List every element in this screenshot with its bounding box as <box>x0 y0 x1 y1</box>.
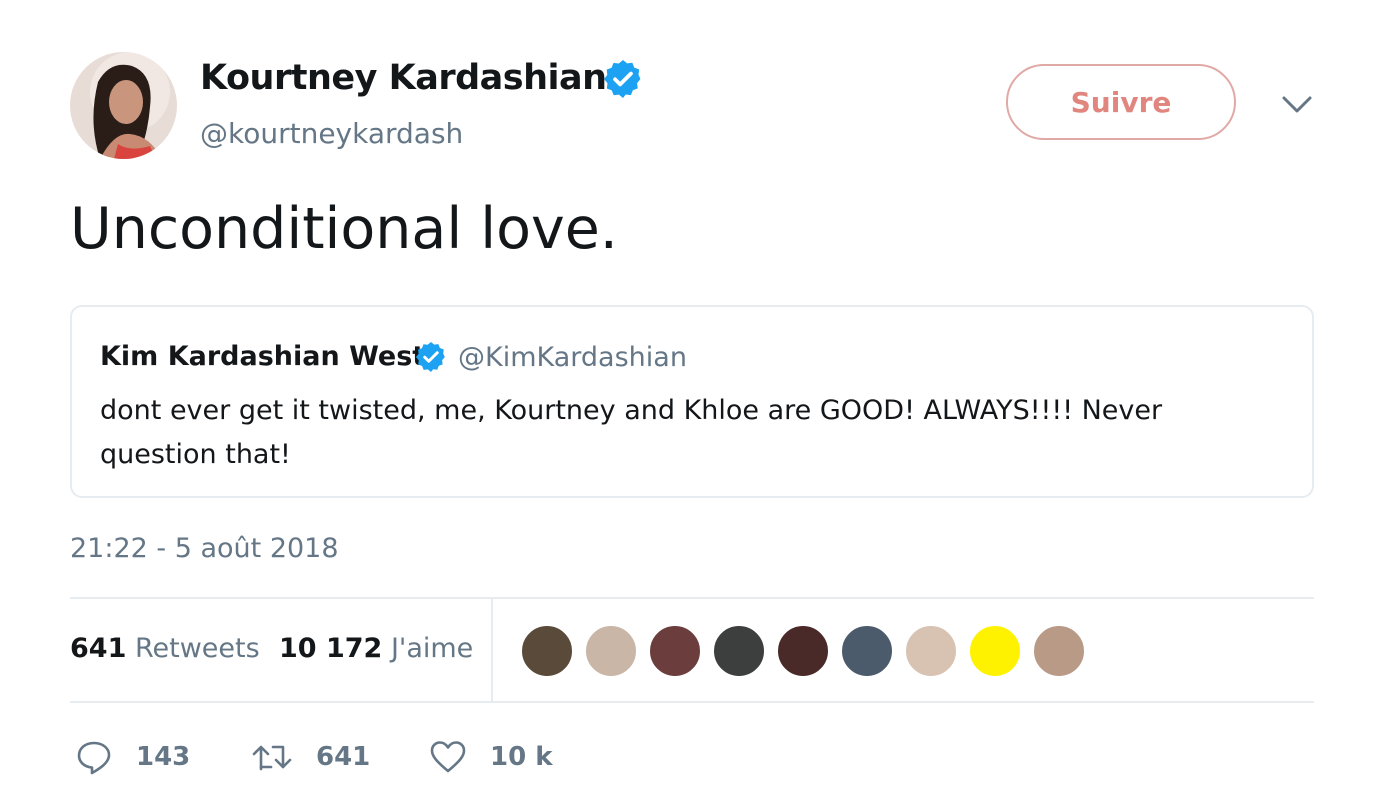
liker-avatars <box>520 624 1086 678</box>
chevron-down-icon[interactable] <box>1280 92 1314 118</box>
liker-avatar[interactable] <box>712 624 766 678</box>
tweet-timestamp[interactable]: 21:22 - 5 août 2018 <box>70 533 339 564</box>
liker-avatar[interactable] <box>840 624 894 678</box>
tweet-text: Unconditional love. <box>70 196 618 262</box>
retweet-icon <box>252 745 292 771</box>
retweets-count: 641 <box>70 633 127 664</box>
liker-avatar[interactable] <box>776 624 830 678</box>
quoted-tweet-text: dont ever get it twisted, me, Kourtney a… <box>100 395 1163 470</box>
retweet-button[interactable]: 641 <box>252 737 370 777</box>
quoted-author-name: Kim Kardashian West <box>100 341 426 372</box>
author-avatar[interactable] <box>70 52 177 159</box>
likes-count: 10 172 <box>279 633 383 664</box>
liker-avatar[interactable] <box>520 624 574 678</box>
retweets-stat[interactable]: 641 Retweets <box>70 633 260 664</box>
retweets-label: Retweets <box>134 633 260 664</box>
like-button[interactable]: 10 k <box>430 737 553 777</box>
stats-vertical-divider <box>491 598 493 702</box>
quoted-author-handle: @KimKardashian <box>458 342 687 373</box>
liker-avatar[interactable] <box>904 624 958 678</box>
author-name[interactable]: Kourtney Kardashian <box>200 58 607 98</box>
retweet-count: 641 <box>316 742 371 772</box>
liker-avatar[interactable] <box>968 624 1022 678</box>
heart-icon <box>430 741 466 773</box>
liker-avatar[interactable] <box>1032 624 1086 678</box>
reply-count: 143 <box>136 742 191 772</box>
verified-badge-icon <box>604 60 642 98</box>
liker-avatar[interactable] <box>584 624 638 678</box>
stats-bottom-divider <box>70 701 1314 703</box>
reply-button[interactable]: 143 <box>76 737 190 777</box>
reply-icon <box>77 741 111 775</box>
likes-label: J'aime <box>390 633 474 664</box>
stats-top-divider <box>70 597 1314 599</box>
author-handle[interactable]: @kourtneykardash <box>200 117 463 150</box>
like-count: 10 k <box>490 742 553 772</box>
likes-stat[interactable]: 10 172 J'aime <box>279 633 473 664</box>
liker-avatar[interactable] <box>648 624 702 678</box>
follow-button[interactable]: Suivre <box>1006 64 1236 140</box>
quoted-tweet-card[interactable]: Kim Kardashian West @KimKardashian dont … <box>70 305 1314 498</box>
verified-badge-icon <box>416 342 446 372</box>
